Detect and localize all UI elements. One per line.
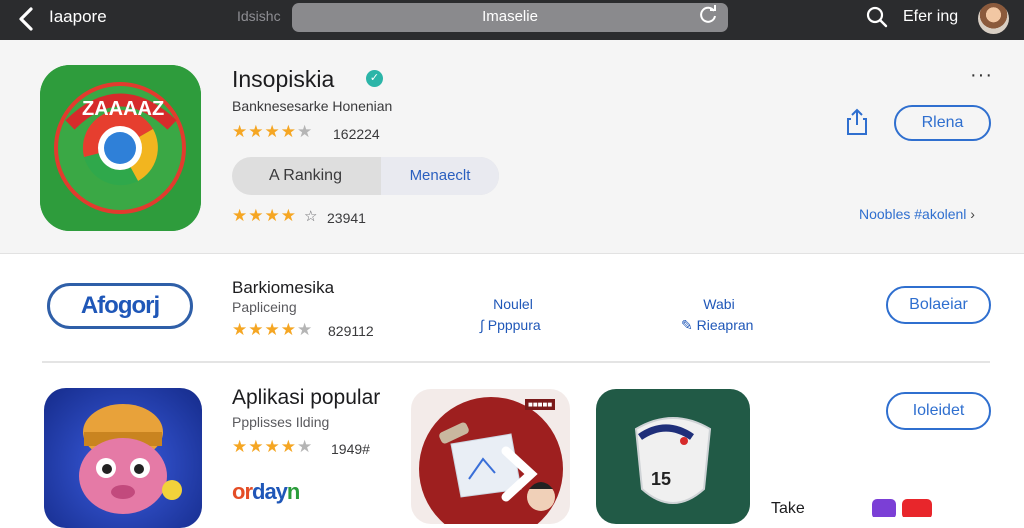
user-name[interactable]: Efer ing: [903, 8, 958, 26]
stat-value: ✎ Rieapran: [681, 317, 753, 334]
app-title: Insopiskia: [232, 66, 335, 92]
svg-text:ZAAAAZ: ZAAAAZ: [82, 98, 164, 120]
star-rating-secondary: ★★★★: [232, 206, 297, 225]
search-icon[interactable]: [866, 6, 888, 28]
open-button[interactable]: Rlena: [894, 105, 991, 141]
url-text: Imaselie: [482, 8, 538, 25]
reviews-tab[interactable]: Menaeclt: [381, 157, 499, 195]
stat-label: Noulel: [493, 296, 533, 312]
see-all-label: Noobles #akolenl: [859, 206, 967, 222]
divider: [42, 361, 990, 363]
share-icon[interactable]: [845, 108, 869, 136]
rating-count: 829112: [328, 323, 374, 339]
back-chevron-icon[interactable]: [14, 6, 40, 32]
take-label[interactable]: Take: [771, 500, 805, 518]
pencil-icon: ∫: [480, 317, 484, 333]
pencil-icon: ✎: [681, 317, 693, 333]
reload-icon[interactable]: [697, 4, 719, 26]
star-rating: ★★★★★: [232, 437, 314, 456]
section-subtitle: Ppplisses Ilding: [232, 414, 330, 430]
character-icon: [79, 404, 182, 514]
featured-app-header: ZAAAAZ Insopiskia ✓ Banknesesarke Honeni…: [0, 40, 1024, 254]
brand-logo: ordayn: [232, 479, 300, 505]
app-logo[interactable]: Afogorj: [47, 283, 193, 329]
app-icon[interactable]: ZAAAAZ: [40, 65, 201, 231]
verified-check-icon: ✓: [366, 70, 383, 87]
brand-logo-part: day: [252, 479, 288, 504]
thumbnail-number: 15: [651, 469, 672, 489]
tab-label[interactable]: Idsishc: [237, 8, 281, 24]
app-title: Barkiomesika: [232, 278, 335, 297]
star-rating: ★★★★★: [232, 122, 314, 141]
thumbnail-badge: ■■■■■: [525, 399, 556, 410]
chevron-right-icon: ›: [970, 206, 975, 222]
rating-count: 162224: [333, 126, 380, 142]
avatar[interactable]: [978, 3, 1009, 34]
brand-logo-part: or: [232, 479, 253, 504]
star-rating: ★★★★★: [232, 320, 314, 339]
browser-logo-icon: ZAAAAZ: [40, 65, 201, 231]
get-button[interactable]: Ioleidet: [886, 392, 991, 430]
game-thumbnail[interactable]: [44, 388, 202, 528]
brand-logo-part: n: [286, 479, 300, 504]
app-thumbnail[interactable]: 15: [596, 389, 750, 524]
segmented-control: A Ranking Menaeclt: [232, 157, 499, 195]
app-shortcut-icons[interactable]: [872, 497, 936, 517]
developer-name[interactable]: Banknesesarke Honenian: [232, 98, 392, 114]
get-button[interactable]: Bolaeiar: [886, 286, 991, 324]
store-title[interactable]: Iaapore: [49, 7, 107, 27]
shield-icon: [634, 417, 712, 504]
stat-value-text: Ppppura: [487, 317, 541, 333]
more-options-icon[interactable]: ···: [970, 64, 993, 87]
stat-label: Wabi: [703, 296, 735, 312]
stat-value: ∫ Ppppura: [480, 317, 541, 333]
rating-count: 1949#: [331, 441, 370, 457]
rating-count-secondary: 23941: [327, 210, 366, 226]
see-all-link[interactable]: Noobles #akolenl ›: [859, 206, 975, 222]
url-bar[interactable]: Imaselie: [292, 3, 728, 32]
app-subtitle: Papliceing: [232, 299, 297, 315]
section-title: Aplikasi popular: [232, 386, 381, 409]
ranking-tab[interactable]: A Ranking: [232, 157, 379, 195]
browser-toolbar: Iaapore Idsishc Imaselie Efer ing: [0, 0, 1024, 40]
stat-value-text: Rieapran: [696, 317, 754, 333]
star-outline-icon: ☆: [304, 208, 318, 225]
